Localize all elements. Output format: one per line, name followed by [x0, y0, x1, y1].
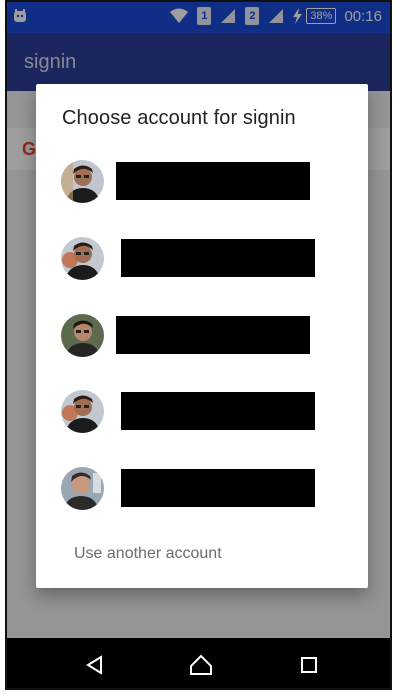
account-item[interactable]	[36, 229, 368, 297]
account-item[interactable]	[36, 306, 368, 374]
account-chooser-dialog: Choose account for signin Use another ac…	[36, 84, 368, 588]
avatar	[61, 390, 104, 433]
back-button[interactable]	[65, 638, 125, 688]
home-icon	[190, 654, 212, 675]
account-item[interactable]	[36, 152, 368, 220]
avatar	[61, 467, 104, 510]
avatar	[61, 314, 104, 357]
account-name-redacted	[116, 316, 310, 354]
avatar	[61, 237, 104, 280]
dialog-title: Choose account for signin	[62, 107, 296, 129]
phone-screen: 1 2 38% 00:16 signin G Choose account fo…	[5, 0, 392, 690]
account-name-redacted	[116, 162, 310, 200]
avatar	[61, 160, 104, 203]
recents-icon	[301, 657, 317, 673]
navigation-bar	[7, 638, 390, 688]
use-another-account-button[interactable]: Use another account	[74, 545, 222, 563]
account-name-redacted	[121, 239, 315, 277]
account-item[interactable]	[36, 459, 368, 527]
account-name-redacted	[121, 392, 315, 430]
home-button[interactable]	[171, 638, 231, 688]
account-item[interactable]	[36, 382, 368, 450]
back-icon	[86, 655, 102, 675]
recents-button[interactable]	[279, 638, 339, 688]
account-name-redacted	[121, 469, 315, 507]
